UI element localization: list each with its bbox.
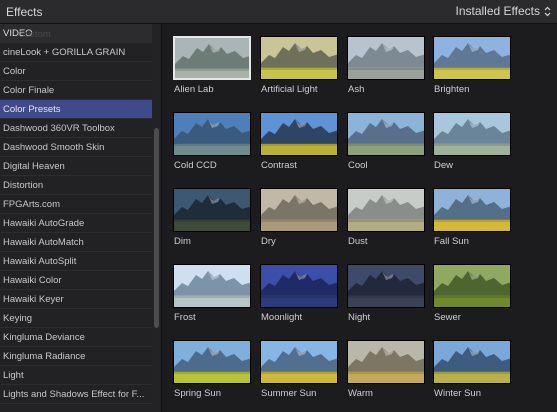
effect-thumbnail [173, 188, 251, 232]
effect-label: Cool [348, 160, 368, 171]
sidebar-category-item[interactable]: Color [0, 62, 152, 81]
effect-tile[interactable]: Fall Sun [433, 188, 511, 248]
sidebar-category-item[interactable]: Digital Heaven [0, 157, 152, 176]
effect-thumbnail [433, 112, 511, 156]
sidebar-category-item[interactable]: Color Finale [0, 81, 152, 100]
effect-tile[interactable]: Dim [173, 188, 251, 248]
sidebar-category-item[interactable]: cineLook + GORILLA GRAIN [0, 43, 152, 62]
effect-label: Summer Sun [261, 388, 317, 399]
sidebar-category-item[interactable]: Keying [0, 309, 152, 328]
effect-thumbnail [260, 36, 338, 80]
effect-thumbnail [260, 264, 338, 308]
sidebar-category-item[interactable]: FPGArts.com [0, 195, 152, 214]
effect-label: Moonlight [261, 312, 303, 323]
effect-thumbnail [347, 36, 425, 80]
effects-grid: Alien Lab Artificial Light Ash Brighten Cold… [163, 24, 557, 412]
effect-tile[interactable]: Cool [347, 112, 425, 172]
sidebar-category-item[interactable]: Color Presets [0, 100, 152, 119]
effect-thumbnail [173, 112, 251, 156]
effect-label: Frost [174, 312, 196, 323]
sidebar-category-item[interactable]: Dashwood Smooth Skin [0, 138, 152, 157]
effect-label: Warm [348, 388, 373, 399]
sidebar-category-item[interactable]: Lights and Shadows Effect for F... [0, 385, 152, 404]
effect-thumbnail [347, 112, 425, 156]
sidebar-category-item[interactable]: Hawaiki AutoMatch [0, 233, 152, 252]
sidebar-category-item[interactable]: Light [0, 366, 152, 385]
effect-thumbnail [347, 340, 425, 384]
effect-tile[interactable]: Moonlight [260, 264, 338, 324]
effect-label: Fall Sun [434, 236, 469, 247]
sidebar-category-item[interactable]: Hawaiki AutoSplit [0, 252, 152, 271]
effect-thumbnail [173, 36, 251, 80]
effect-tile[interactable]: Night [347, 264, 425, 324]
effect-thumbnail [347, 188, 425, 232]
effect-tile[interactable]: Winter Sun [433, 340, 511, 400]
effects-category-sidebar: VIDEO Custom cineLook + GORILLA GRAIN Col… [0, 24, 162, 412]
effect-label: Dust [348, 236, 368, 247]
dropdown-label: Installed Effects [455, 4, 541, 18]
sidebar-category-item[interactable]: Dashwood 360VR Toolbox [0, 119, 152, 138]
effect-tile[interactable]: Frost [173, 264, 251, 324]
effect-label: Winter Sun [434, 388, 481, 399]
effect-label: Night [348, 312, 371, 323]
category-list: VIDEO Custom cineLook + GORILLA GRAIN Col… [0, 24, 152, 404]
category-group-video[interactable]: VIDEO Custom [0, 24, 152, 43]
effect-tile[interactable]: Brighten [433, 36, 511, 96]
chevron-up-down-icon [544, 6, 551, 17]
effect-thumbnail [433, 340, 511, 384]
effect-label: Alien Lab [174, 84, 214, 95]
effect-label: Brighten [434, 84, 470, 95]
effect-tile[interactable]: Ash [347, 36, 425, 96]
effect-label: Spring Sun [174, 388, 222, 399]
effect-thumbnail [347, 264, 425, 308]
effect-tile[interactable]: Contrast [260, 112, 338, 172]
effect-tile[interactable]: Cold CCD [173, 112, 251, 172]
effect-tile[interactable]: Dew [433, 112, 511, 172]
effect-label: Contrast [261, 160, 297, 171]
effect-label: Cold CCD [174, 160, 217, 171]
sidebar-category-item[interactable]: Distortion [0, 176, 152, 195]
installed-effects-dropdown[interactable]: Installed Effects [456, 4, 552, 18]
effect-label: Artificial Light [261, 84, 318, 95]
effect-tile[interactable]: Alien Lab [173, 36, 251, 96]
custom-ghost-label: Custom [18, 29, 51, 40]
sidebar-category-item[interactable]: Hawaiki Keyer [0, 290, 152, 309]
effect-thumbnail [260, 188, 338, 232]
effect-thumbnail [433, 188, 511, 232]
sidebar-category-item[interactable]: Hawaiki Color [0, 271, 152, 290]
effects-browser-header: Effects Installed Effects [0, 0, 557, 24]
sidebar-scrollbar[interactable] [154, 128, 159, 328]
effect-tile[interactable]: Sewer [433, 264, 511, 324]
effect-thumbnail [260, 340, 338, 384]
effect-tile[interactable]: Warm [347, 340, 425, 400]
panel-title: Effects [6, 5, 43, 19]
effect-tile[interactable]: Artificial Light [260, 36, 338, 96]
effect-label: Dim [174, 236, 191, 247]
effect-label: Sewer [434, 312, 461, 323]
effect-thumbnail [260, 112, 338, 156]
effect-label: Dew [434, 160, 454, 171]
effect-tile[interactable]: Summer Sun [260, 340, 338, 400]
sidebar-category-item[interactable]: Kingluma Deviance [0, 328, 152, 347]
effect-label: Ash [348, 84, 365, 95]
effect-thumbnail [433, 36, 511, 80]
effect-thumbnail [433, 264, 511, 308]
effect-tile[interactable]: Dry [260, 188, 338, 248]
effect-thumbnail [173, 264, 251, 308]
sidebar-category-item[interactable]: Kingluma Radiance [0, 347, 152, 366]
effect-thumbnail [173, 340, 251, 384]
effect-tile[interactable]: Dust [347, 188, 425, 248]
effect-tile[interactable]: Spring Sun [173, 340, 251, 400]
effect-label: Dry [261, 236, 276, 247]
sidebar-category-item[interactable]: Hawaiki AutoGrade [0, 214, 152, 233]
